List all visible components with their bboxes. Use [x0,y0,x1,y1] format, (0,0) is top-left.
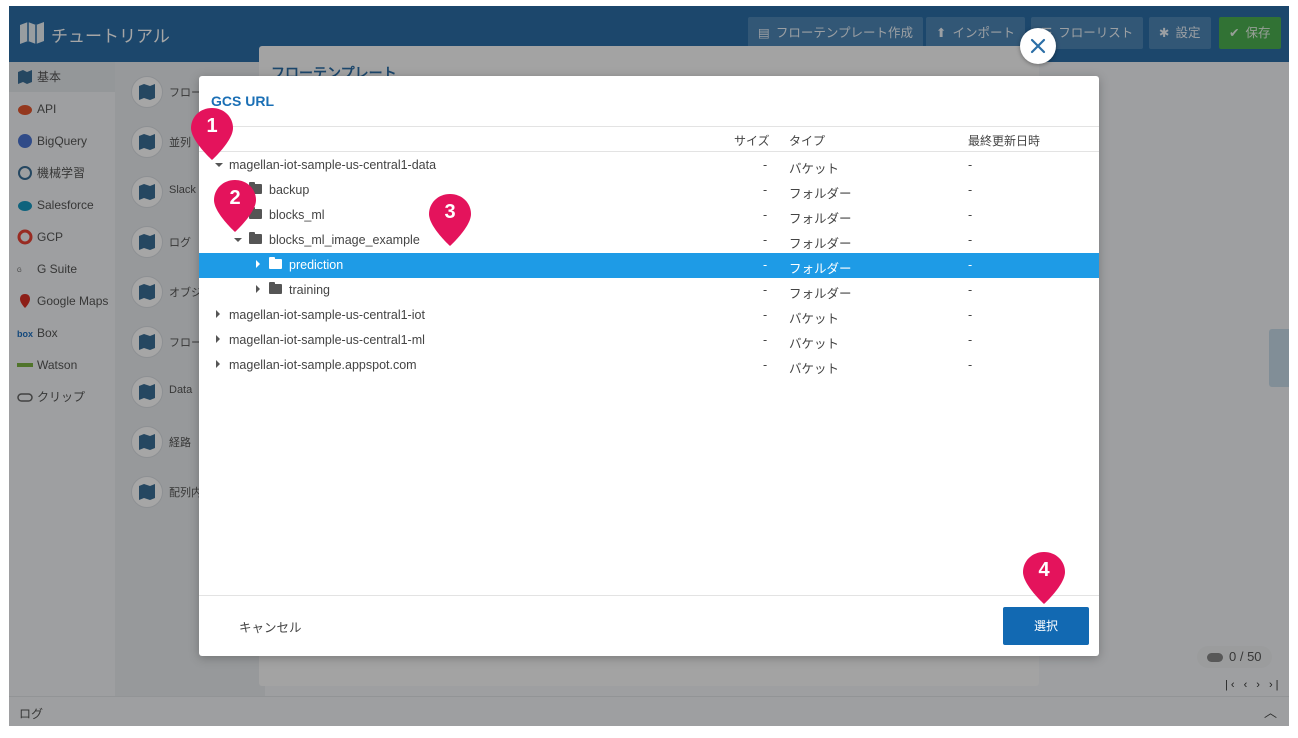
caret-down-icon[interactable] [234,238,242,242]
folder-icon [249,232,262,244]
close-icon [1030,38,1046,54]
table-row-selected[interactable]: prediction - フォルダー - [199,253,1099,278]
table-row[interactable]: magellan-iot-sample-us-central1-ml - バケッ… [199,328,1099,353]
table-row[interactable]: magellan-iot-sample.appspot.com - バケット - [199,353,1099,378]
cancel-button[interactable]: キャンセル [239,617,302,636]
step-marker: 2 [212,178,258,234]
caret-right-icon[interactable] [256,285,260,293]
gcs-url-dialog: GCS URL サイズ タイプ 最終更新日時 magellan-iot-samp… [199,76,1099,656]
table-row[interactable]: training - フォルダー - [199,278,1099,303]
table-row[interactable]: blocks_ml - フォルダー - [199,203,1099,228]
close-dialog-button[interactable] [1020,28,1056,64]
table-row[interactable]: blocks_ml_image_example - フォルダー - [199,228,1099,253]
folder-icon [269,257,282,269]
table-row[interactable]: backup - フォルダー - [199,178,1099,203]
column-type: タイプ [789,134,826,148]
folder-icon [269,282,282,294]
caret-right-icon[interactable] [216,335,220,343]
table-header: サイズ タイプ 最終更新日時 [199,126,1099,152]
table-row[interactable]: magellan-iot-sample-us-central1-data - バ… [199,153,1099,178]
caret-right-icon[interactable] [216,360,220,368]
caret-down-icon[interactable] [215,163,223,167]
caret-right-icon[interactable] [256,260,260,268]
step-marker: 3 [427,192,473,248]
caret-right-icon[interactable] [216,310,220,318]
table-row[interactable]: magellan-iot-sample-us-central1-iot - バケ… [199,303,1099,328]
footer-divider [199,595,1099,596]
step-marker: 4 [1021,550,1067,606]
select-button[interactable]: 選択 [1003,607,1089,645]
step-marker: 1 [189,106,235,162]
column-modified: 最終更新日時 [968,134,1041,148]
column-size: サイズ [734,134,770,148]
